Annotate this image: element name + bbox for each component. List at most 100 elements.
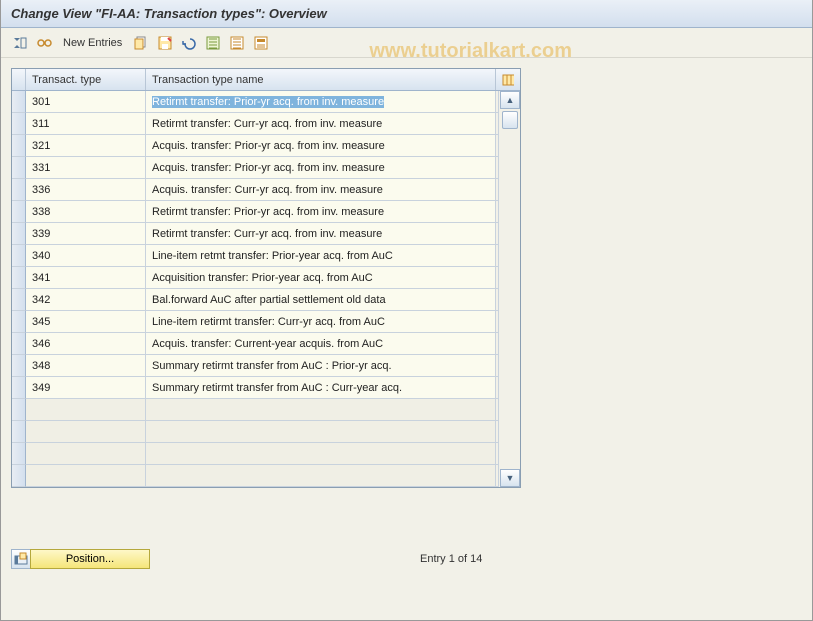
table-settings-icon[interactable]: [496, 69, 520, 90]
row-selector[interactable]: [12, 223, 26, 245]
transaction-table: Transact. type Transaction type name 301…: [11, 68, 521, 488]
deselect-icon[interactable]: [228, 34, 246, 52]
cell-type[interactable]: 345: [26, 311, 146, 333]
table-row[interactable]: 345Line-item retirmt transfer: Curr-yr a…: [12, 311, 520, 333]
row-selector-header[interactable]: [12, 69, 26, 90]
cell-name[interactable]: Acquisition transfer: Prior-year acq. fr…: [146, 267, 496, 289]
cell-name[interactable]: Retirmt transfer: Prior-yr acq. from inv…: [146, 91, 496, 113]
cell-type[interactable]: 340: [26, 245, 146, 267]
cell-type[interactable]: 336: [26, 179, 146, 201]
cell-type[interactable]: 338: [26, 201, 146, 223]
table-row[interactable]: 346Acquis. transfer: Current-year acquis…: [12, 333, 520, 355]
scroll-up-icon[interactable]: ▲: [500, 91, 520, 109]
toggle-icon[interactable]: [11, 34, 29, 52]
table-row[interactable]: 311Retirmt transfer: Curr-yr acq. from i…: [12, 113, 520, 135]
cell-type[interactable]: 348: [26, 355, 146, 377]
row-selector[interactable]: [12, 355, 26, 377]
footer: Position... Entry 1 of 14: [11, 548, 482, 570]
cell-name[interactable]: [146, 399, 496, 421]
toolbar: New Entries: [1, 28, 812, 58]
position-icon: [11, 549, 31, 569]
cell-type[interactable]: 331: [26, 157, 146, 179]
vertical-scrollbar[interactable]: ▲ ▼: [498, 91, 520, 487]
row-selector[interactable]: [12, 179, 26, 201]
row-selector[interactable]: [12, 399, 26, 421]
cell-name[interactable]: Bal.forward AuC after partial settlement…: [146, 289, 496, 311]
cell-name[interactable]: Acquis. transfer: Curr-yr acq. from inv.…: [146, 179, 496, 201]
row-selector[interactable]: [12, 201, 26, 223]
row-selector[interactable]: [12, 113, 26, 135]
table-row[interactable]: 321Acquis. transfer: Prior-yr acq. from …: [12, 135, 520, 157]
cell-type[interactable]: 346: [26, 333, 146, 355]
cell-type[interactable]: 341: [26, 267, 146, 289]
table-row[interactable]: 301Retirmt transfer: Prior-yr acq. from …: [12, 91, 520, 113]
cell-type[interactable]: [26, 443, 146, 465]
table-row[interactable]: 331Acquis. transfer: Prior-yr acq. from …: [12, 157, 520, 179]
select-all-icon[interactable]: [204, 34, 222, 52]
table-row-empty[interactable]: [12, 421, 520, 443]
table-row[interactable]: 349Summary retirmt transfer from AuC : C…: [12, 377, 520, 399]
table-row[interactable]: 342Bal.forward AuC after partial settlem…: [12, 289, 520, 311]
cell-name[interactable]: Summary retirmt transfer from AuC : Curr…: [146, 377, 496, 399]
row-selector[interactable]: [12, 421, 26, 443]
cell-name[interactable]: Summary retirmt transfer from AuC : Prio…: [146, 355, 496, 377]
row-selector[interactable]: [12, 333, 26, 355]
scroll-down-icon[interactable]: ▼: [500, 469, 520, 487]
cell-name[interactable]: [146, 465, 496, 487]
title-bar: Change View "FI-AA: Transaction types": …: [1, 0, 812, 28]
table-row[interactable]: 340Line-item retmt transfer: Prior-year …: [12, 245, 520, 267]
cell-type[interactable]: 301: [26, 91, 146, 113]
cell-name[interactable]: [146, 421, 496, 443]
row-selector[interactable]: [12, 465, 26, 487]
copy-icon[interactable]: [132, 34, 150, 52]
cell-name[interactable]: Retirmt transfer: Curr-yr acq. from inv.…: [146, 223, 496, 245]
cell-type[interactable]: [26, 465, 146, 487]
col-header-type[interactable]: Transact. type: [26, 69, 146, 90]
cell-type[interactable]: 339: [26, 223, 146, 245]
row-selector[interactable]: [12, 443, 26, 465]
position-label: Position...: [30, 549, 150, 569]
row-selector[interactable]: [12, 267, 26, 289]
row-selector[interactable]: [12, 289, 26, 311]
row-selector[interactable]: [12, 91, 26, 113]
cell-type[interactable]: [26, 399, 146, 421]
cell-name[interactable]: Acquis. transfer: Prior-yr acq. from inv…: [146, 157, 496, 179]
new-entries-button[interactable]: New Entries: [59, 37, 126, 49]
table-header-row: Transact. type Transaction type name: [12, 69, 520, 91]
save-icon[interactable]: [156, 34, 174, 52]
table-row[interactable]: 336Acquis. transfer: Curr-yr acq. from i…: [12, 179, 520, 201]
table-row[interactable]: 338Retirmt transfer: Prior-yr acq. from …: [12, 201, 520, 223]
col-header-name[interactable]: Transaction type name: [146, 69, 496, 90]
table-body: 301Retirmt transfer: Prior-yr acq. from …: [12, 91, 520, 487]
row-selector[interactable]: [12, 311, 26, 333]
cell-name[interactable]: Line-item retmt transfer: Prior-year acq…: [146, 245, 496, 267]
cell-type[interactable]: 342: [26, 289, 146, 311]
page-title: Change View "FI-AA: Transaction types": …: [11, 6, 327, 21]
cell-type[interactable]: 311: [26, 113, 146, 135]
undo-icon[interactable]: [180, 34, 198, 52]
row-selector[interactable]: [12, 245, 26, 267]
row-selector[interactable]: [12, 377, 26, 399]
cell-name[interactable]: Retirmt transfer: Curr-yr acq. from inv.…: [146, 113, 496, 135]
cell-type[interactable]: [26, 421, 146, 443]
table-row[interactable]: 339Retirmt transfer: Curr-yr acq. from i…: [12, 223, 520, 245]
cell-name[interactable]: Line-item retirmt transfer: Curr-yr acq.…: [146, 311, 496, 333]
entry-count: Entry 1 of 14: [420, 553, 482, 565]
table-row-empty[interactable]: [12, 465, 520, 487]
table-row[interactable]: 341Acquisition transfer: Prior-year acq.…: [12, 267, 520, 289]
scroll-thumb[interactable]: [502, 111, 518, 129]
print-icon[interactable]: [252, 34, 270, 52]
row-selector[interactable]: [12, 157, 26, 179]
cell-name[interactable]: [146, 443, 496, 465]
table-row-empty[interactable]: [12, 443, 520, 465]
table-row[interactable]: 348Summary retirmt transfer from AuC : P…: [12, 355, 520, 377]
cell-name[interactable]: Acquis. transfer: Current-year acquis. f…: [146, 333, 496, 355]
cell-type[interactable]: 321: [26, 135, 146, 157]
position-button[interactable]: Position...: [11, 548, 150, 570]
cell-name[interactable]: Acquis. transfer: Prior-yr acq. from inv…: [146, 135, 496, 157]
cell-type[interactable]: 349: [26, 377, 146, 399]
table-row-empty[interactable]: [12, 399, 520, 421]
glasses-icon[interactable]: [35, 34, 53, 52]
row-selector[interactable]: [12, 135, 26, 157]
cell-name[interactable]: Retirmt transfer: Prior-yr acq. from inv…: [146, 201, 496, 223]
